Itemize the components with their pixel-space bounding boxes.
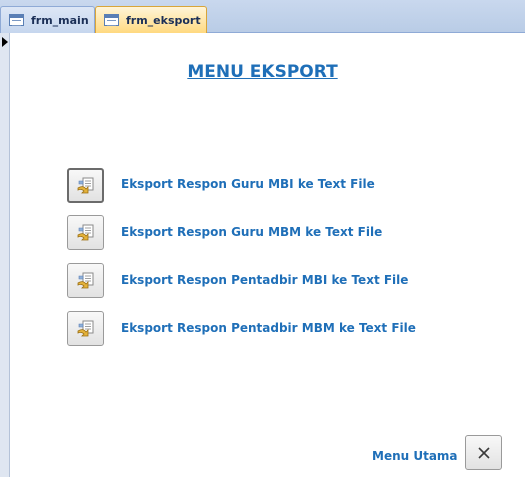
tab-frm-main[interactable]: frm_main [0,6,95,33]
export-icon [77,177,93,193]
export-icon [77,272,93,288]
form-icon [9,14,24,26]
export-pentadbir-mbi-label[interactable]: Eksport Respon Pentadbir MBI ke Text Fil… [121,273,408,287]
tab-label: frm_eksport [126,13,201,27]
export-guru-mbi-label[interactable]: Eksport Respon Guru MBI ke Text File [121,177,375,191]
record-selector-bar[interactable] [0,33,10,477]
export-pentadbir-mbm-button[interactable] [67,311,104,346]
menu-utama-button[interactable] [465,435,502,470]
page-title: MENU EKSPORT [187,62,338,82]
form-icon [104,14,119,26]
export-icon [77,224,93,240]
close-icon [477,446,490,459]
export-icon [77,320,93,336]
export-guru-mbm-button[interactable] [67,215,104,250]
export-guru-mbi-button[interactable] [67,168,104,203]
export-pentadbir-mbm-label[interactable]: Eksport Respon Pentadbir MBM ke Text Fil… [121,321,416,335]
tab-label: frm_main [31,13,89,27]
export-pentadbir-mbi-button[interactable] [67,263,104,298]
menu-utama-label[interactable]: Menu Utama [372,449,458,463]
current-record-arrow-icon [2,37,8,47]
export-guru-mbm-label[interactable]: Eksport Respon Guru MBM ke Text File [121,225,382,239]
document-tab-bar: frm_main frm_eksport [0,0,525,33]
tab-frm-eksport[interactable]: frm_eksport [95,6,207,33]
